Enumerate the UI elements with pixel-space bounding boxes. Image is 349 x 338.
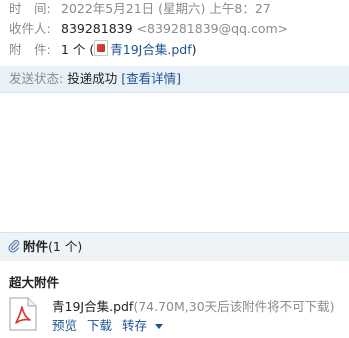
attachments-count: (1 个) xyxy=(48,239,83,254)
status-label: 发送状态: xyxy=(9,71,64,86)
attachment-entry: 青19J合集.pdf(74.70M,30天后该附件将不可下载) xyxy=(52,296,335,315)
time-label: 时 间: xyxy=(9,1,51,16)
attachment-file-link[interactable]: 青19J合集.pdf xyxy=(110,42,191,57)
recipient-row: 收件人: 839281839 <839281839@qq.com> xyxy=(9,20,288,38)
attachment-file-name[interactable]: 青19J合集.pdf xyxy=(52,299,133,314)
attachments-section-header: 附件(1 个) xyxy=(0,232,349,261)
pdf-icon xyxy=(94,40,109,56)
attachment-close: ) xyxy=(191,42,197,57)
attachment-count: 1 个 ( xyxy=(61,42,95,57)
delivery-status-bar: 发送状态: 投递成功 [查看详情] xyxy=(0,66,349,93)
mail-header: 时 间: 2022年5月21日 (星期六) 上午8：27 收件人: 83928183… xyxy=(0,0,349,67)
status-row: 发送状态: 投递成功 [查看详情] xyxy=(9,70,181,88)
recipient-email: <839281839@qq.com> xyxy=(136,21,289,36)
view-details-link[interactable]: [查看详情] xyxy=(121,71,181,86)
paperclip-icon xyxy=(8,239,20,253)
attachment-actions: 预览 下载 转存 xyxy=(52,315,175,334)
attachments-title: 附件 xyxy=(23,239,49,254)
time-row: 时 间: 2022年5月21日 (星期六) 上午8：27 xyxy=(9,0,271,18)
download-link[interactable]: 下载 xyxy=(87,318,112,333)
attachment-row: 附 件: 1 个 ( 青19J合集.pdf) xyxy=(9,40,197,58)
status-value: 投递成功 xyxy=(67,71,118,86)
pdf-file-icon[interactable] xyxy=(9,297,37,331)
save-to-link[interactable]: 转存 xyxy=(122,318,169,333)
recipient-name[interactable]: 839281839 xyxy=(61,21,133,36)
save-to-label: 转存 xyxy=(122,318,148,333)
preview-link[interactable]: 预览 xyxy=(52,318,77,333)
large-attachment-title: 超大附件 xyxy=(9,275,60,290)
chevron-down-icon xyxy=(155,324,164,329)
time-value: 2022年5月21日 (星期六) 上午8：27 xyxy=(61,1,271,16)
attachment-label: 附 件: xyxy=(9,42,51,57)
attachments-title-row: 附件(1 个) xyxy=(8,238,82,256)
recipient-label: 收件人: xyxy=(9,21,51,36)
attachment-file-meta: (74.70M,30天后该附件将不可下载) xyxy=(133,299,335,314)
